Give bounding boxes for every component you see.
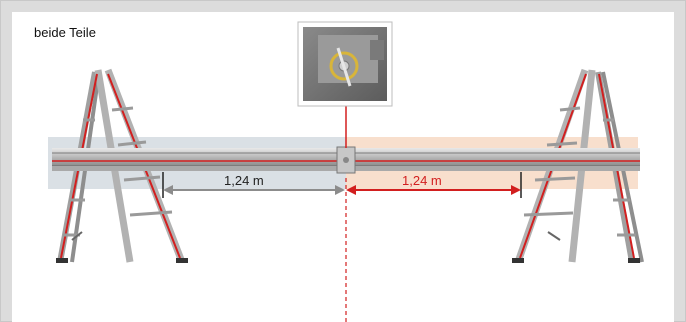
locking-pin-icon	[297, 21, 393, 107]
left-dimension-label: 1,24 m	[224, 173, 264, 188]
ladder-diagram	[48, 21, 644, 322]
right-dimension-label: 1,24 m	[402, 173, 442, 188]
horizontal-platform	[52, 146, 640, 174]
caption-label: beide Teile	[34, 25, 96, 40]
